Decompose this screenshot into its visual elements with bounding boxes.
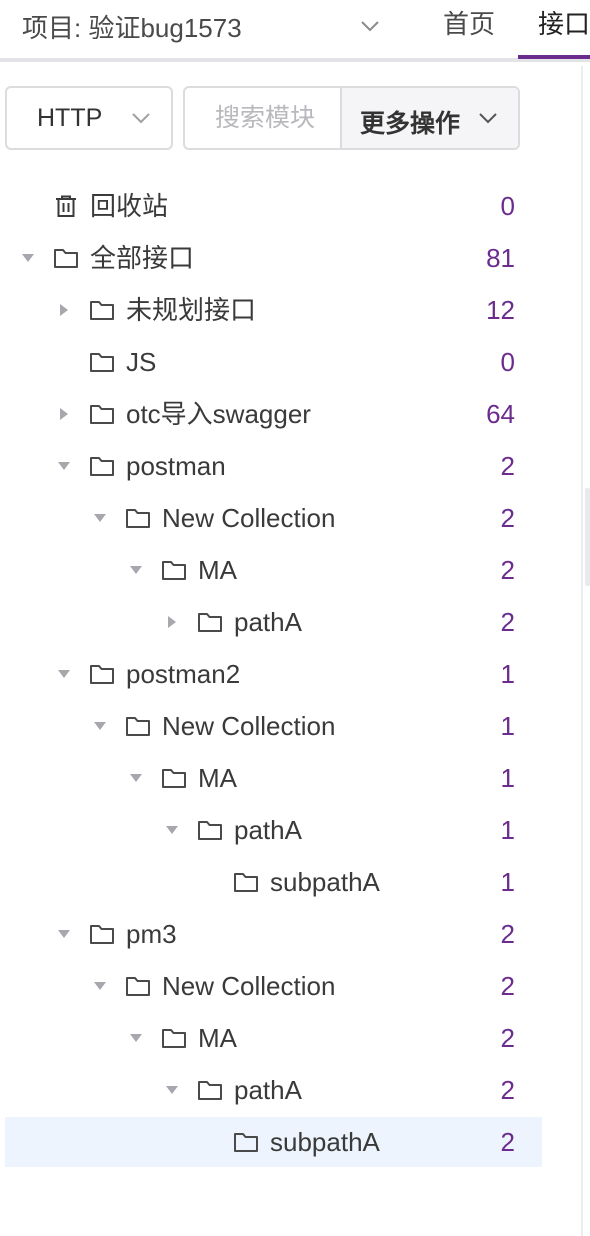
tree-node-count: 0 — [500, 347, 515, 377]
caret-down-icon[interactable] — [93, 719, 107, 733]
tree-node-label: 回收站 — [90, 191, 169, 221]
tree-node-label: JS — [126, 347, 157, 377]
caret-right-icon[interactable] — [57, 303, 71, 317]
trash-icon — [56, 195, 76, 217]
tree-node-label: subpathA — [270, 867, 380, 897]
folder-icon — [162, 769, 186, 788]
folder-icon — [162, 1029, 186, 1048]
tree-node-label: otc导入swagger — [126, 399, 311, 429]
tree-node[interactable]: JS 0 — [5, 337, 542, 387]
tree-node-count: 1 — [500, 659, 515, 689]
caret-down-icon[interactable] — [57, 667, 71, 681]
tree-node-label: MA — [198, 763, 237, 793]
tree-node-count: 2 — [500, 919, 515, 949]
tree-node-count: 64 — [486, 399, 515, 429]
folder-icon — [162, 561, 186, 580]
folder-icon — [126, 509, 150, 528]
tree-node[interactable]: MA 2 — [5, 1013, 542, 1063]
api-module-panel: 项目: 验证bug1573 首页 接口 HTTP 更多操作 回收站0全部接口81… — [0, 0, 590, 1236]
folder-icon — [198, 613, 222, 632]
caret-right-icon[interactable] — [165, 615, 179, 629]
caret-down-icon[interactable] — [129, 771, 143, 785]
tree-node-label: MA — [198, 1023, 237, 1053]
tree-node-count: 81 — [486, 243, 515, 273]
tree-node[interactable]: subpathA 2 — [5, 1117, 542, 1167]
folder-icon — [198, 821, 222, 840]
tree-node[interactable]: pathA 2 — [5, 597, 542, 647]
tree-node-label: New Collection — [162, 711, 336, 741]
tree-node[interactable]: postman2 1 — [5, 649, 542, 699]
folder-icon — [198, 1081, 222, 1100]
tree-node-count: 1 — [500, 711, 515, 741]
caret-down-icon[interactable] — [57, 927, 71, 941]
recycle-bin-item[interactable]: 回收站 0 — [5, 181, 542, 231]
caret-down-icon[interactable] — [21, 251, 35, 265]
tree-node-count: 2 — [500, 607, 515, 637]
tree-node-count: 1 — [500, 867, 515, 897]
tree-node[interactable]: 全部接口 81 — [5, 233, 542, 283]
tree-node-label: pm3 — [126, 919, 177, 949]
folder-icon — [90, 665, 114, 684]
caret-down-icon[interactable] — [57, 459, 71, 473]
folder-icon — [90, 405, 114, 424]
folder-icon — [90, 925, 114, 944]
tree-node[interactable]: postman 2 — [5, 441, 542, 491]
tree-node-label: 全部接口 — [90, 243, 195, 273]
tree-node-count: 2 — [500, 503, 515, 533]
tree-node[interactable]: pm3 2 — [5, 909, 542, 959]
tree-node[interactable]: New Collection 1 — [5, 701, 542, 751]
tree-node-label: 未规划接口 — [126, 295, 257, 325]
caret-down-icon[interactable] — [93, 979, 107, 993]
tree-node[interactable]: pathA 2 — [5, 1065, 542, 1115]
tree-node-count: 0 — [500, 191, 515, 221]
tree-node-label: subpathA — [270, 1127, 380, 1157]
tree-node-label: MA — [198, 555, 237, 585]
caret-down-icon[interactable] — [129, 563, 143, 577]
tree-node-count: 2 — [500, 451, 515, 481]
caret-down-icon[interactable] — [129, 1031, 143, 1045]
tree-node-count: 1 — [500, 763, 515, 793]
tree-node[interactable]: otc导入swagger 64 — [5, 389, 542, 439]
tree-node[interactable]: MA 1 — [5, 753, 542, 803]
tree-node-label: New Collection — [162, 503, 336, 533]
tree-node[interactable]: MA 2 — [5, 545, 542, 595]
tree-node-label: pathA — [234, 815, 302, 845]
folder-icon — [126, 977, 150, 996]
caret-down-icon[interactable] — [93, 511, 107, 525]
caret-down-icon[interactable] — [165, 823, 179, 837]
tree-node-count: 2 — [500, 1075, 515, 1105]
tree-node-label: postman — [126, 451, 226, 481]
tree-node[interactable]: New Collection 2 — [5, 493, 542, 543]
tree-node[interactable]: 未规划接口 12 — [5, 285, 542, 335]
caret-right-icon[interactable] — [57, 407, 71, 421]
tree-node-count: 2 — [500, 971, 515, 1001]
tree-node-count: 1 — [500, 815, 515, 845]
folder-icon — [90, 457, 114, 476]
tree-node-label: pathA — [234, 1075, 302, 1105]
folder-icon — [90, 353, 114, 372]
folder-icon — [234, 1133, 258, 1152]
tree-node-label: New Collection — [162, 971, 336, 1001]
tree-node-count: 2 — [500, 1023, 515, 1053]
tree-node-count: 12 — [486, 295, 515, 325]
tree-node-count: 2 — [500, 555, 515, 585]
module-tree: 回收站 0 全部接口 81 未规划接口 12 JS 0 otc导入swagger 64 postma… — [0, 0, 590, 1236]
folder-icon — [234, 873, 258, 892]
tree-node[interactable]: subpathA 1 — [5, 857, 542, 907]
folder-icon — [126, 717, 150, 736]
folder-icon — [90, 301, 114, 320]
caret-down-icon[interactable] — [165, 1083, 179, 1097]
tree-node-count: 2 — [500, 1127, 515, 1157]
folder-icon — [54, 249, 78, 268]
tree-node[interactable]: New Collection 2 — [5, 961, 542, 1011]
tree-node-label: pathA — [234, 607, 302, 637]
tree-node[interactable]: pathA 1 — [5, 805, 542, 855]
tree-node-label: postman2 — [126, 659, 241, 689]
